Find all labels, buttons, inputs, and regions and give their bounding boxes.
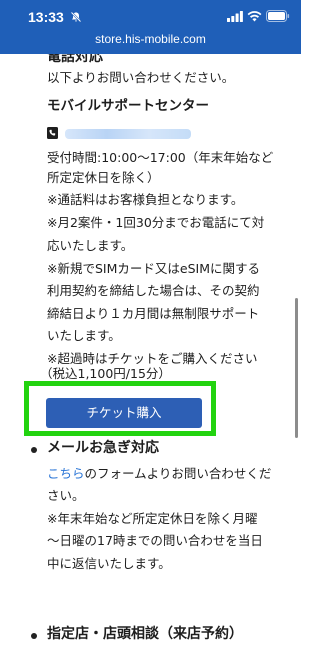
page-content: 電話対応 以下よりお問い合わせください。 モバイルサポートセンター 受付時間:1… bbox=[0, 54, 301, 651]
note-new-line-4: いたします。 bbox=[47, 328, 121, 343]
wifi-icon bbox=[247, 11, 262, 22]
mail-note-line-1: ※年末年始など所定定休日を除く月曜 bbox=[47, 511, 258, 526]
page-scrollbar[interactable] bbox=[295, 298, 298, 438]
mail-form-link[interactable]: こちら bbox=[47, 466, 85, 481]
mail-line-2: さい。 bbox=[47, 488, 85, 503]
hours-line-2: 所定定休日を除く） bbox=[47, 170, 160, 185]
note-new-line-1: ※新規でSIMカード又はeSIMに関する bbox=[47, 261, 260, 276]
note-overage-line-1: ※超過時はチケットをご購入ください bbox=[47, 351, 258, 366]
phone-intro-text: 以下よりお問い合わせください。 bbox=[47, 70, 235, 85]
phone-support-heading: 電話対応 bbox=[47, 54, 103, 65]
note-call-fee: ※通話料はお客様負担となります。 bbox=[47, 192, 244, 207]
note-new-line-2: 利用契約を締結した場合は、その契約 bbox=[47, 283, 260, 298]
address-bar-url[interactable]: store.his-mobile.com bbox=[0, 32, 301, 46]
hours-line-1: 受付時間:10:00〜17:00（年末年始など bbox=[47, 150, 274, 165]
mail-note-line-3: 中に返信いたします。 bbox=[47, 556, 171, 571]
mail-note-line-2: 〜日曜の17時までの問い合わせを当日 bbox=[47, 533, 263, 548]
ticket-purchase-button[interactable]: チケット購入 bbox=[46, 398, 202, 428]
phone-icon bbox=[47, 127, 58, 139]
silent-bell-icon bbox=[70, 11, 82, 23]
battery-icon bbox=[266, 10, 290, 22]
browser-chrome: 13:33 store.his-mobile.com bbox=[0, 0, 301, 54]
store-section-bullet bbox=[31, 633, 37, 639]
note-new-line-3: 締結日より１カ月間は無制限サポート bbox=[47, 306, 260, 321]
support-center-name: モバイルサポートセンター bbox=[47, 98, 209, 114]
mail-support-heading: メールお急ぎ対応 bbox=[47, 440, 159, 456]
store-consultation-heading: 指定店・店頭相談（来店予約） bbox=[47, 626, 243, 642]
cellular-signal-icon bbox=[227, 11, 243, 22]
status-time: 13:33 bbox=[28, 9, 64, 25]
phone-number-redacted bbox=[65, 129, 191, 139]
mail-line-1: こちらのフォームよりお問い合わせくだ bbox=[47, 466, 271, 482]
note-limit-line-1: ※月2案件・1回30分までお電話にて対 bbox=[47, 215, 265, 230]
status-bar: 13:33 bbox=[0, 0, 301, 30]
note-limit-line-2: 応いたします。 bbox=[47, 238, 134, 253]
mail-section-bullet bbox=[31, 447, 37, 453]
mail-line-1-rest: のフォームよりお問い合わせくだ bbox=[84, 466, 272, 481]
note-overage-line-2: （税込1,100円/15分） bbox=[40, 366, 171, 381]
